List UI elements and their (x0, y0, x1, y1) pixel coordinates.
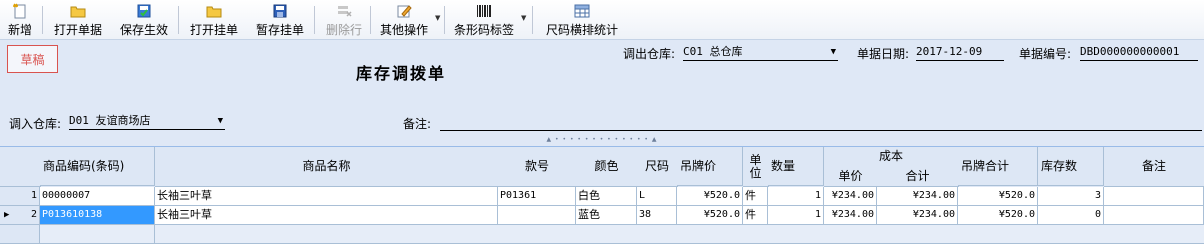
col-header-qty[interactable]: 数量 (768, 147, 824, 186)
chevron-down-icon[interactable]: ▼ (435, 14, 440, 22)
open-pending-button[interactable]: 打开挂单 (188, 1, 240, 38)
cell-cost-total[interactable]: ¥234.00 (877, 187, 958, 206)
cell-tag-total[interactable]: ¥520.0 (958, 206, 1038, 225)
cell-cost-total[interactable]: ¥234.00 (877, 206, 958, 225)
cell-size[interactable]: L (637, 187, 677, 206)
col-header-style[interactable]: 款号 (498, 147, 577, 187)
grid-corner (0, 147, 41, 187)
cell-style[interactable]: P01361 (498, 187, 576, 206)
cell-stock[interactable]: 0 (1038, 206, 1104, 225)
col-header-cost: 成本 (824, 147, 959, 167)
toolbar-separator (314, 6, 315, 34)
barcode-icon (476, 3, 492, 19)
cell-qty[interactable]: 1 (768, 206, 824, 225)
cell-stock[interactable]: 3 (1038, 187, 1104, 206)
doc-number-field[interactable]: DBD000000000001 (1080, 44, 1198, 61)
new-document-icon (12, 3, 28, 19)
row-number[interactable]: 1 (0, 187, 40, 206)
cell-code[interactable]: 00000007 (40, 187, 155, 206)
delete-row-button[interactable]: 删除行 (324, 1, 364, 38)
open-document-button[interactable]: 打开单据 (52, 1, 104, 38)
col-header-cost-unit[interactable]: 单价 (824, 166, 878, 187)
remark-label: 备注: (403, 117, 432, 131)
toolbar-separator (444, 6, 445, 34)
save-pending-button[interactable]: 暂存挂单 (254, 1, 306, 38)
toolbar: 新增 打开单据 保存生效 打开挂单 暂存挂单 删除行 其他操作 ▼ 条形码标签 … (0, 0, 1204, 40)
current-row-indicator-icon: ▶ (4, 210, 10, 220)
col-header-tag-price[interactable]: 吊牌价 (677, 147, 743, 186)
edit-pencil-icon (396, 3, 412, 19)
col-header-unit[interactable]: 单 位 (743, 147, 769, 187)
cell-name[interactable]: 长袖三叶草 (155, 206, 498, 225)
in-warehouse-select[interactable]: D01 友谊商场店 ▼ (69, 113, 225, 130)
new-button[interactable]: 新增 (4, 1, 36, 38)
cell-tag-total[interactable]: ¥520.0 (958, 187, 1038, 206)
col-header-color[interactable]: 颜色 (576, 147, 638, 187)
chevron-down-icon[interactable]: ▼ (521, 14, 526, 22)
cell-tag-price[interactable]: ¥520.0 (677, 206, 743, 225)
col-header-cost-total[interactable]: 合计 (877, 166, 959, 187)
cell-cost-unit[interactable]: ¥234.00 (824, 206, 877, 225)
table-row-new[interactable] (0, 225, 1204, 244)
cell-qty[interactable]: 1 (768, 187, 824, 206)
doc-number-label: 单据编号: (1019, 47, 1072, 61)
table-row[interactable]: ▶ 2 P013610138 长袖三叶草 蓝色 38 ¥520.0 件 1 ¥2… (0, 206, 1204, 225)
remark-input[interactable] (440, 114, 1202, 131)
doc-date-label: 单据日期: (857, 47, 910, 61)
folder-open-icon (206, 3, 222, 19)
empty-row-area[interactable] (155, 225, 1204, 244)
cell-tag-price[interactable]: ¥520.0 (677, 187, 743, 206)
doc-date-field[interactable]: 2017-12-09 (916, 44, 1004, 61)
save-effective-button[interactable]: 保存生效 (118, 1, 170, 38)
cell-style[interactable] (498, 206, 576, 225)
table-row[interactable]: 1 00000007 长袖三叶草 P01361 白色 L ¥520.0 件 1 … (0, 187, 1204, 206)
cell-code[interactable]: P013610138 (40, 206, 155, 225)
row-number[interactable]: ▶ 2 (0, 206, 40, 225)
size-horizontal-stats-button[interactable]: 尺码横排统计 (544, 1, 620, 38)
barcode-label-button[interactable]: 条形码标签 (452, 1, 516, 38)
col-header-size[interactable]: 尺码 (637, 147, 678, 187)
out-warehouse-label: 调出仓库: (623, 47, 676, 61)
in-warehouse-label: 调入仓库: (9, 117, 62, 131)
toolbar-separator (42, 6, 43, 34)
col-header-code[interactable]: 商品编码(条码) (40, 147, 155, 186)
panel-splitter-handle[interactable]: ▲ • • • • • • • • • • • • • ▲ (544, 137, 660, 143)
cell-code[interactable] (40, 225, 155, 244)
table-grid-icon (574, 3, 590, 19)
chevron-down-icon[interactable]: ▼ (831, 44, 836, 60)
status-badge: 草稿 (7, 45, 58, 73)
toolbar-separator (178, 6, 179, 34)
col-header-name[interactable]: 商品名称 (155, 147, 499, 187)
cell-size[interactable]: 38 (637, 206, 677, 225)
other-operations-button[interactable]: 其他操作 (378, 1, 430, 38)
cell-unit[interactable]: 件 (743, 206, 768, 225)
col-header-remark[interactable]: 备注 (1104, 147, 1204, 187)
chevron-down-icon[interactable]: ▼ (218, 113, 223, 129)
cell-color[interactable]: 白色 (576, 187, 637, 206)
cell-color[interactable]: 蓝色 (576, 206, 637, 225)
save-check-icon (136, 3, 152, 19)
cell-cost-unit[interactable]: ¥234.00 (824, 187, 877, 206)
delete-row-icon (336, 3, 352, 19)
col-header-stock[interactable]: 库存数 (1038, 147, 1104, 186)
col-header-tag-total[interactable]: 吊牌合计 (958, 147, 1038, 186)
folder-open-icon (70, 3, 86, 19)
floppy-disk-icon (272, 3, 288, 19)
page-title: 库存调拨单 (356, 64, 447, 83)
toolbar-separator (532, 6, 533, 34)
row-number[interactable] (0, 225, 40, 244)
cell-remark[interactable] (1104, 206, 1204, 225)
toolbar-separator (370, 6, 371, 34)
cell-unit[interactable]: 件 (743, 187, 768, 206)
cell-remark[interactable] (1104, 187, 1204, 206)
cell-name[interactable]: 长袖三叶草 (155, 187, 498, 206)
item-grid: 商品编码(条码) 商品名称 款号 颜色 尺码 吊牌价 单 位 数量 成本 单价 … (0, 146, 1204, 244)
out-warehouse-select[interactable]: C01 总仓库 ▼ (683, 44, 838, 61)
